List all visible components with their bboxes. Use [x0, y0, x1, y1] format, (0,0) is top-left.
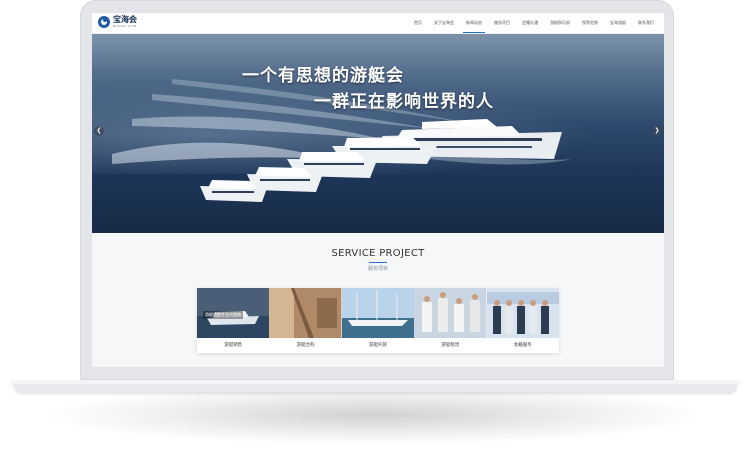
service-title: SERVICE PROJECT: [331, 248, 425, 259]
crew-photo: [414, 288, 487, 338]
card-overlay-sales: 游艇销售专业代理商: [203, 311, 243, 319]
nav-item-contact[interactable]: 联系我们: [632, 13, 660, 33]
service-title-underline: [369, 262, 387, 263]
service-section: SERVICE PROJECT 服务项目 游艇销售专业代理商 游艇销售 游艇合购…: [92, 233, 664, 367]
nav-item-yachts[interactable]: 宝海游艇: [604, 13, 632, 33]
card-label-co-purchase: 游艇合购: [296, 343, 315, 348]
chevron-left-icon[interactable]: ❮: [94, 126, 104, 136]
card-image-custody: [341, 288, 415, 338]
service-subtitle: 服务项目: [367, 266, 388, 272]
nav-item-about[interactable]: 关于宝海会: [428, 13, 460, 33]
service-card-co-purchase[interactable]: 游艇合购: [269, 288, 342, 353]
card-image-sales: 游艇销售专业代理商: [197, 288, 270, 338]
logo-text: 宝海会 BAOHAI CLUB: [113, 16, 137, 28]
card-label-charter: 游艇租赁: [441, 343, 460, 348]
site-header: 宝海会 BAOHAI CLUB 首页 关于宝海会 新闻动态 服务项目 会籍礼遇 …: [92, 13, 664, 34]
team-photo: [486, 288, 559, 338]
headline-line-1: 一个有思想的游艇会: [242, 66, 404, 86]
logo-name-en: BAOHAI CLUB: [113, 24, 137, 28]
card-label-sales: 游艇销售: [224, 343, 243, 348]
logo-icon: [98, 16, 110, 28]
card-image-membership: [486, 288, 559, 338]
nav-item-home[interactable]: 首页: [408, 13, 428, 33]
laptop-shadow: [40, 385, 710, 445]
card-image-co-purchase: [269, 288, 342, 338]
card-label-membership: 会籍服务: [513, 343, 532, 348]
card-image-charter: [414, 288, 487, 338]
nav-item-membership[interactable]: 会籍礼遇: [516, 13, 544, 33]
service-cards: 游艇销售专业代理商 游艇销售 游艇合购 游艇托管 游艇租赁 会籍服务: [197, 288, 559, 353]
nav-item-custom[interactable]: 视界定制: [576, 13, 604, 33]
service-card-charter[interactable]: 游艇租赁: [414, 288, 487, 353]
laptop-screen: 宝海会 BAOHAI CLUB 首页 关于宝海会 新闻动态 服务项目 会籍礼遇 …: [92, 13, 664, 367]
banner-headline: 一个有思想的游艇会 一群正在影响世界的人: [242, 61, 494, 112]
deck-photo: [269, 288, 342, 338]
headline-line-2: 一群正在影响世界的人: [314, 92, 494, 112]
main-nav: 首页 关于宝海会 新闻动态 服务项目 会籍礼遇 游艇俱乐部 视界定制 宝海游艇 …: [408, 13, 660, 33]
site-logo[interactable]: 宝海会 BAOHAI CLUB: [98, 16, 137, 28]
nav-item-services[interactable]: 服务项目: [488, 13, 516, 33]
service-card-sales[interactable]: 游艇销售专业代理商 游艇销售: [197, 288, 270, 353]
nav-item-yacht-club[interactable]: 游艇俱乐部: [544, 13, 576, 33]
nav-item-news[interactable]: 新闻动态: [460, 13, 488, 33]
laptop-base: [14, 384, 737, 392]
chevron-right-icon[interactable]: ❯: [652, 126, 662, 136]
hero-banner: 一个有思想的游艇会 一群正在影响世界的人 ❮ ❯: [92, 34, 664, 233]
card-label-custody: 游艇托管: [368, 343, 387, 348]
service-card-membership[interactable]: 会籍服务: [486, 288, 559, 353]
marina-photo: [341, 288, 415, 338]
logo-name-cn: 宝海会: [113, 15, 137, 24]
service-card-custody[interactable]: 游艇托管: [341, 288, 415, 353]
